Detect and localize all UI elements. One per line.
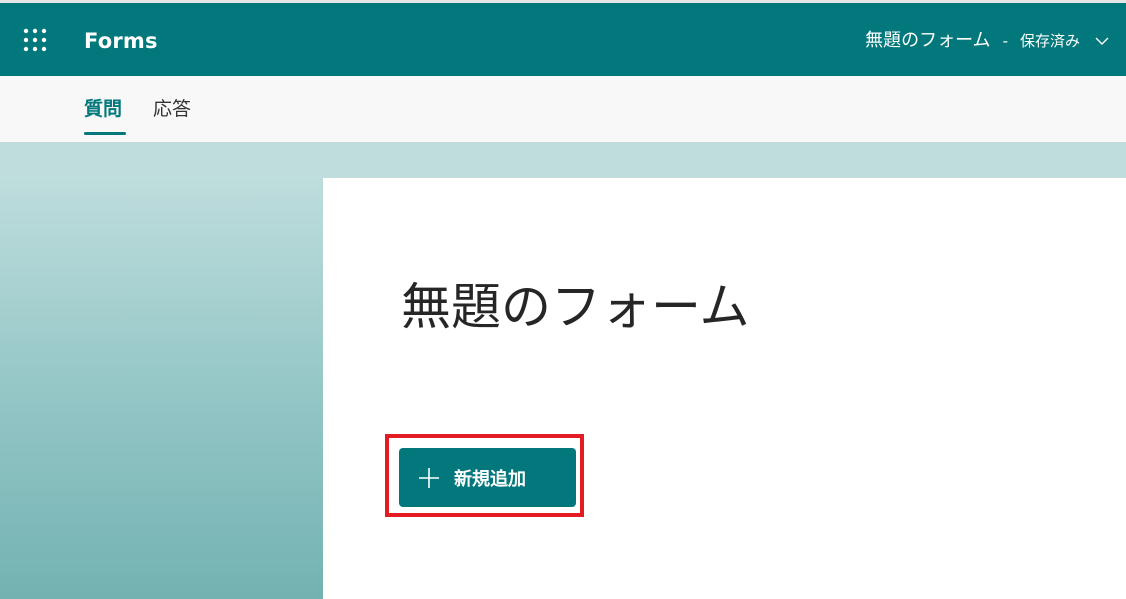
active-tab-indicator [84, 132, 126, 135]
tab-responses[interactable]: 応答 [153, 96, 191, 122]
plus-icon [419, 467, 439, 488]
theme-banner [0, 142, 1126, 178]
header-separator: - [1002, 32, 1008, 50]
form-card: 無題のフォーム 新規追加 [323, 178, 1126, 599]
theme-background-panel [0, 178, 323, 599]
add-new-button-label: 新規追加 [454, 468, 526, 490]
app-name[interactable]: Forms [84, 28, 158, 54]
app-header: Forms 無題のフォーム - 保存済み [0, 3, 1126, 76]
header-form-title: 無題のフォーム [865, 30, 991, 51]
tab-bar: 質問 応答 [0, 76, 1126, 142]
tab-questions[interactable]: 質問 [84, 96, 122, 122]
add-new-button[interactable]: 新規追加 [399, 448, 576, 507]
save-status: 保存済み [1019, 32, 1080, 50]
form-title-status-dropdown[interactable]: 無題のフォーム - 保存済み [865, 29, 1110, 53]
chevron-down-icon[interactable] [1094, 33, 1110, 49]
app-launcher-icon[interactable] [23, 28, 47, 52]
form-title[interactable]: 無題のフォーム [401, 275, 750, 339]
